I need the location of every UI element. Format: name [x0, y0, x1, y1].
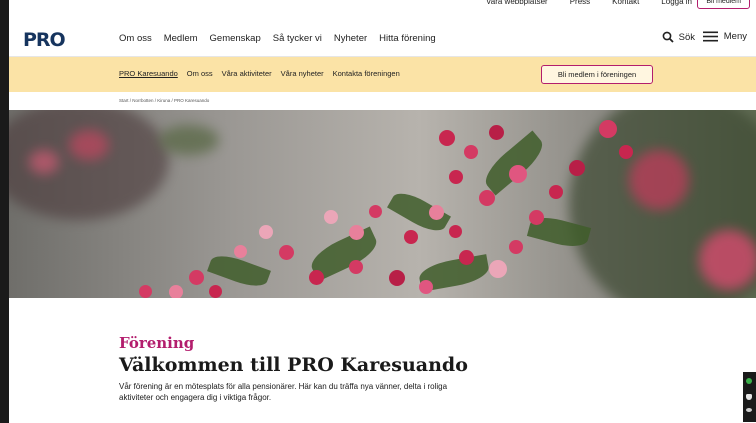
- menu-icon: [702, 31, 718, 42]
- utility-link-press[interactable]: Press: [570, 0, 590, 8]
- main-nav-links: Om oss Medlem Gemenskap Så tycker vi Nyh…: [119, 33, 436, 44]
- utility-link-websites[interactable]: Vara webbplatser: [486, 0, 548, 8]
- page-title: Välkommen till PRO Karesuando: [119, 354, 468, 376]
- menu-label: Meny: [723, 31, 747, 42]
- menu-button[interactable]: Meny: [702, 31, 747, 42]
- utility-link-contact[interactable]: Kontakt: [612, 0, 639, 8]
- join-association-button[interactable]: Bli medlem i föreningen: [541, 65, 653, 84]
- local-nav-aktiviteter[interactable]: Våra aktiviteter: [222, 69, 272, 78]
- local-nav-om-oss[interactable]: Om oss: [187, 69, 213, 78]
- search-button[interactable]: Sök: [662, 31, 695, 43]
- nav-sa-tycker-vi[interactable]: Så tycker vi: [273, 33, 322, 44]
- search-label: Sök: [678, 31, 695, 43]
- search-icon: [662, 31, 674, 43]
- nav-hitta-forening[interactable]: Hitta förening: [379, 33, 436, 44]
- local-nav-kontakt[interactable]: Kontakta föreningen: [333, 69, 400, 78]
- nav-medlem[interactable]: Medlem: [164, 33, 198, 44]
- local-navigation: PRO Karesuando Om oss Våra aktiviteter V…: [9, 57, 756, 92]
- page: Vara webbplatser Press Kontakt Logga in …: [9, 0, 756, 423]
- local-nav-links: PRO Karesuando Om oss Våra aktiviteter V…: [119, 69, 400, 78]
- side-widget[interactable]: [743, 372, 756, 422]
- section-eyebrow: Förening: [119, 334, 195, 352]
- nav-nyheter[interactable]: Nyheter: [334, 33, 367, 44]
- intro-text: Vår förening är en mötesplats för alla p…: [119, 382, 448, 402]
- local-nav-home[interactable]: PRO Karesuando: [119, 69, 178, 78]
- nav-gemenskap[interactable]: Gemenskap: [210, 33, 261, 44]
- eye-icon[interactable]: [746, 408, 752, 412]
- breadcrumb[interactable]: Start / Norrbotten / Kiruna / PRO Karesu…: [119, 98, 209, 103]
- utility-link-login[interactable]: Logga in: [661, 0, 692, 8]
- hero-image: [9, 110, 756, 298]
- user-icon[interactable]: [746, 394, 752, 400]
- chat-icon[interactable]: [746, 378, 752, 384]
- local-nav-nyheter[interactable]: Våra nyheter: [281, 69, 324, 78]
- utility-bar: Vara webbplatser Press Kontakt Logga in …: [9, 0, 756, 22]
- become-member-button[interactable]: Bli medlem: [697, 0, 750, 9]
- utility-links: Vara webbplatser Press Kontakt Logga in: [486, 0, 692, 8]
- nav-om-oss[interactable]: Om oss: [119, 33, 152, 44]
- pro-logo[interactable]: PRO: [23, 29, 66, 51]
- main-navigation: PRO Om oss Medlem Gemenskap Så tycker vi…: [9, 22, 756, 57]
